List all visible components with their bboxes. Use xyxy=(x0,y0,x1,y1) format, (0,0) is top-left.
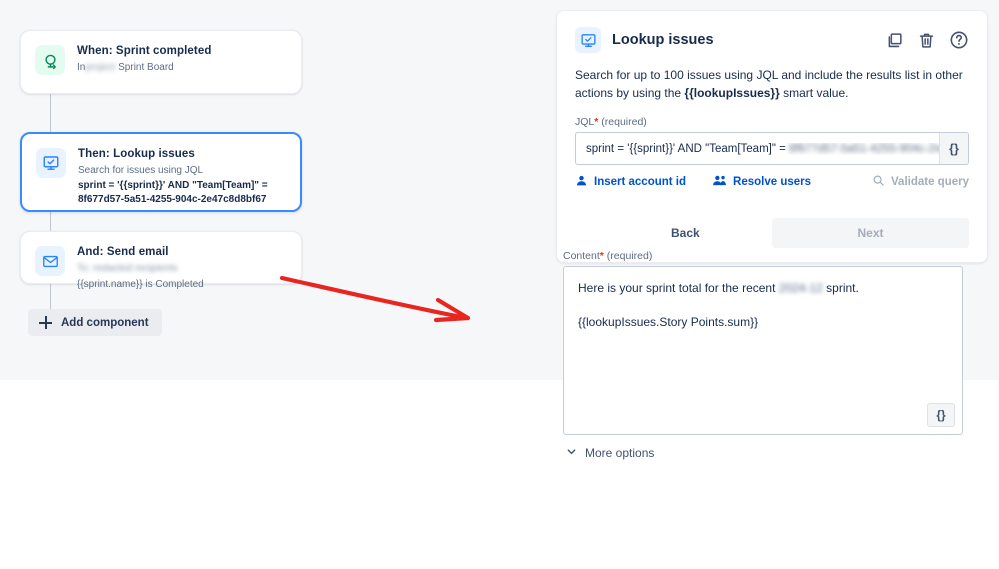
chevron-down-icon xyxy=(566,446,577,460)
lookup-monitor-icon xyxy=(36,148,66,178)
subtitle-redacted: project xyxy=(85,62,116,73)
content-blank-line xyxy=(578,297,948,314)
flow-node-title: When: Sprint completed xyxy=(77,45,212,57)
flow-node-subtitle-redacted: To: redacted recipients xyxy=(77,263,178,274)
validate-query-link[interactable]: Validate query xyxy=(872,174,969,190)
add-component-button[interactable]: Add component xyxy=(28,309,162,336)
description-smart-value: {{lookupIssues}} xyxy=(684,85,780,100)
duplicate-icon[interactable] xyxy=(885,31,904,50)
delete-icon[interactable] xyxy=(917,31,936,50)
back-button[interactable]: Back xyxy=(659,219,712,247)
flow-node-send-email[interactable]: And: Send email To: redacted recipients … xyxy=(20,231,302,290)
panel-footer: Back Next xyxy=(575,218,969,248)
flow-node-title: Then: Lookup issues xyxy=(78,148,195,160)
flow-node-detail: sprint = '{{sprint}}' AND "Team[Team]" =… xyxy=(78,180,268,205)
flow-node-sprint-completed[interactable]: When: Sprint completed Inproject Sprint … xyxy=(20,30,302,94)
validate-query-label: Validate query xyxy=(891,176,969,188)
jql-field-label: JQL* (required) xyxy=(575,116,969,128)
lookup-monitor-icon xyxy=(575,27,601,53)
more-options-toggle[interactable]: More options xyxy=(566,446,654,460)
panel-title: Lookup issues xyxy=(612,32,714,48)
content-line-1: Here is your sprint total for the recent… xyxy=(578,280,948,297)
subtitle-suffix: Sprint Board xyxy=(118,62,174,73)
panel-header: Lookup issues xyxy=(575,27,969,53)
jql-value-redacted: 8f677d57-5a51-4255-904c-2e47c xyxy=(789,142,939,155)
person-icon xyxy=(575,174,588,190)
content-field-block: Content* (required) Here is your sprint … xyxy=(563,250,963,435)
required-text: (required) xyxy=(601,116,647,128)
flow-node-subtitle: Inproject Sprint Board xyxy=(77,61,287,75)
people-icon xyxy=(712,174,727,190)
plus-icon xyxy=(39,316,52,329)
required-star: * xyxy=(594,116,599,128)
subtitle-prefix: In xyxy=(77,62,86,73)
content-line1-suffix: sprint. xyxy=(822,281,859,295)
content-label-text: Content xyxy=(563,250,600,262)
jql-value-visible: sprint = '{{sprint}}' AND "Team[Team]" = xyxy=(586,142,790,155)
jql-input-value: sprint = '{{sprint}}' AND "Team[Team]" =… xyxy=(586,143,939,155)
search-icon xyxy=(872,174,885,190)
jql-helper-links: Insert account id Resolve users Validate… xyxy=(575,174,969,190)
add-component-label: Add component xyxy=(61,316,149,329)
flow-connector-3 xyxy=(50,284,51,312)
sprint-refresh-icon xyxy=(35,45,65,75)
next-button[interactable]: Next xyxy=(772,218,969,248)
flow-node-title: And: Send email xyxy=(77,246,169,258)
description-part2: smart value. xyxy=(779,85,849,100)
content-line-2: {{lookupIssues.Story Points.sum}} xyxy=(578,315,759,329)
content-field-label: Content* (required) xyxy=(563,250,963,262)
insert-account-id-label: Insert account id xyxy=(594,176,687,188)
jql-label-text: JQL xyxy=(575,116,595,128)
content-line1-redacted: 2024-12 xyxy=(778,281,823,295)
jql-smart-value-button[interactable]: {} xyxy=(939,133,968,164)
required-star: * xyxy=(599,250,604,262)
insert-account-id-link[interactable]: Insert account id xyxy=(575,174,686,190)
content-textarea[interactable]: Here is your sprint total for the recent… xyxy=(563,266,963,435)
email-envelope-icon xyxy=(35,246,65,276)
jql-input[interactable]: sprint = '{{sprint}}' AND "Team[Team]" =… xyxy=(575,132,969,165)
flow-node-detail: {{sprint.name}} is Completed xyxy=(77,279,204,290)
content-smart-value-button[interactable]: {} xyxy=(927,403,955,427)
required-text: (required) xyxy=(606,250,653,262)
content-line1-prefix: Here is your sprint total for the recent xyxy=(578,281,779,295)
help-icon[interactable] xyxy=(949,30,969,50)
panel-description: Search for up to 100 issues using JQL an… xyxy=(575,67,969,102)
panel-card: Lookup issues Search for up to 100 issue… xyxy=(556,10,988,263)
lookup-issues-panel: Lookup issues Search for up to 100 issue… xyxy=(556,10,988,263)
flow-node-subtitle: Search for issues using JQL xyxy=(78,165,204,176)
red-arrow-annotation xyxy=(279,275,471,323)
resolve-users-link[interactable]: Resolve users xyxy=(712,174,811,190)
flow-connector-1 xyxy=(50,94,51,132)
resolve-users-label: Resolve users xyxy=(733,176,812,188)
flow-node-lookup-issues[interactable]: Then: Lookup issues Search for issues us… xyxy=(20,132,302,212)
more-options-label: More options xyxy=(585,446,655,460)
panel-header-actions xyxy=(885,30,969,50)
